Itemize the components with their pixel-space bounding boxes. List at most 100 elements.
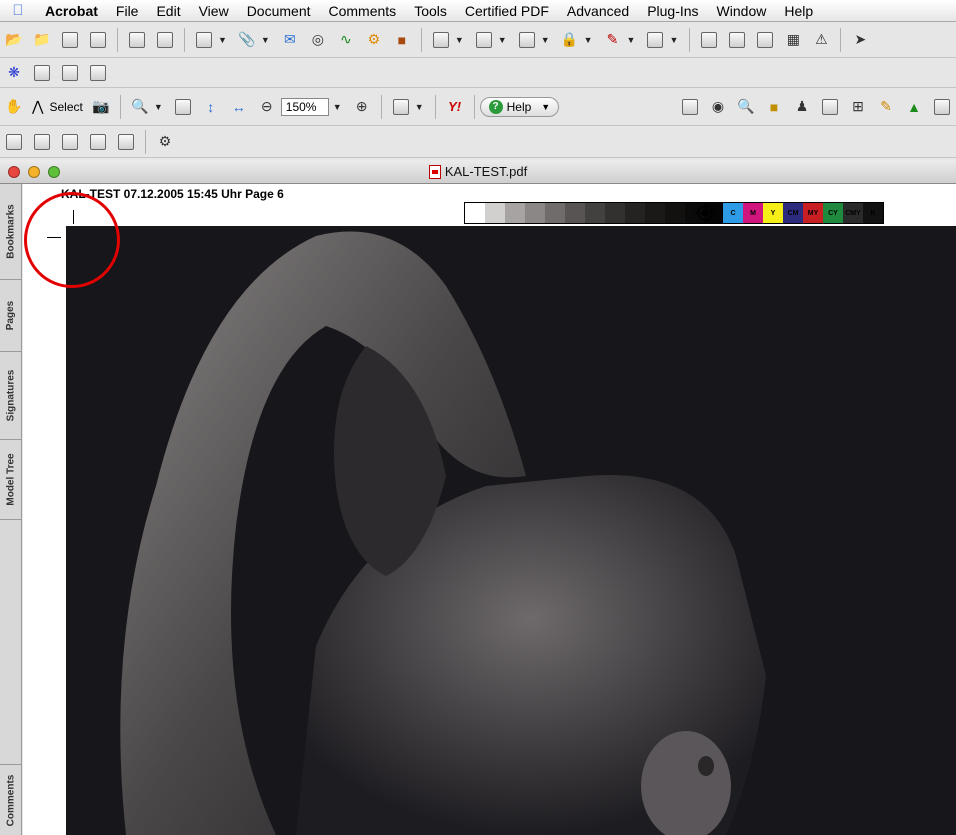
pdf-file-icon xyxy=(428,164,441,179)
menu-document[interactable]: Document xyxy=(238,3,320,19)
replace-page-icon[interactable] xyxy=(87,131,109,153)
chevron-down-icon[interactable]: ▼ xyxy=(218,35,227,45)
page-icon[interactable] xyxy=(726,29,748,51)
checker-icon[interactable]: ▦ xyxy=(782,29,804,51)
tab-pages[interactable]: Pages xyxy=(0,280,22,352)
select-tool[interactable]: ⋀ Select xyxy=(28,98,87,115)
scan-icon[interactable] xyxy=(126,29,148,51)
zoom-out-icon[interactable]: ⊖ xyxy=(256,96,278,118)
yahoo-search-button[interactable]: Y! xyxy=(444,96,466,118)
open-icon[interactable]: 📂 xyxy=(3,29,25,51)
organizer-icon[interactable]: 📁 xyxy=(31,29,53,51)
menu-certified-pdf[interactable]: Certified PDF xyxy=(456,3,558,19)
delete-page-icon[interactable] xyxy=(115,131,137,153)
preview-eye-icon[interactable]: ◉ xyxy=(707,96,729,118)
document-icon[interactable] xyxy=(698,29,720,51)
tab-bookmarks-label: Bookmarks xyxy=(5,204,17,259)
menu-file[interactable]: File xyxy=(107,3,148,19)
add-page-icon[interactable] xyxy=(3,131,25,153)
search-binoculars-icon[interactable]: ◎ xyxy=(307,29,329,51)
print-production-icon[interactable] xyxy=(679,96,701,118)
fit-page-icon[interactable]: ↕ xyxy=(200,96,222,118)
menu-tools[interactable]: Tools xyxy=(405,3,456,19)
email-icon[interactable]: ✉ xyxy=(279,29,301,51)
chevron-down-icon[interactable]: ▼ xyxy=(498,35,507,45)
snapshot-camera-icon[interactable]: 📷 xyxy=(90,96,112,118)
color-patch: K xyxy=(863,203,883,223)
pdf-optimizer-icon[interactable] xyxy=(931,96,953,118)
create-pdf-from-icon[interactable] xyxy=(430,29,452,51)
help-label: Help xyxy=(506,99,532,114)
resize-icon[interactable] xyxy=(754,29,776,51)
chevron-down-icon[interactable]: ▼ xyxy=(541,35,550,45)
touchup-icon[interactable]: ❋ xyxy=(3,62,25,84)
preflight-magnifier-icon[interactable]: 🔍 xyxy=(735,96,757,118)
menu-window[interactable]: Window xyxy=(708,3,776,19)
transparency-flattener-icon[interactable]: ▲ xyxy=(903,96,925,118)
page-settings-gear-icon[interactable]: ⚙ xyxy=(154,131,176,153)
chevron-down-icon[interactable]: ▼ xyxy=(261,35,270,45)
fit-width-icon[interactable]: ↔ xyxy=(228,96,250,118)
gray-patch xyxy=(605,203,625,223)
crop-icon[interactable] xyxy=(59,62,81,84)
menu-help[interactable]: Help xyxy=(775,3,822,19)
menu-edit[interactable]: Edit xyxy=(147,3,189,19)
chevron-down-icon[interactable]: ▼ xyxy=(455,35,464,45)
chevron-down-icon[interactable]: ▼ xyxy=(333,102,342,112)
gray-patch xyxy=(525,203,545,223)
link-tool-icon[interactable] xyxy=(87,62,109,84)
chevron-down-icon[interactable]: ▼ xyxy=(669,35,678,45)
zoom-in-magnifier-icon[interactable]: 🔍 xyxy=(129,96,151,118)
help-button[interactable]: ? Help ▼ xyxy=(479,96,560,117)
pen-icon[interactable]: ✎ xyxy=(602,29,624,51)
save-icon[interactable] xyxy=(59,29,81,51)
chevron-down-icon[interactable]: ▼ xyxy=(627,35,636,45)
document-page[interactable]: KAL-TEST 07.12.2005 15:45 Uhr Page 6 CMY… xyxy=(23,184,956,835)
settings-gear-icon[interactable]: ⚙ xyxy=(363,29,385,51)
document-window-titlebar[interactable]: KAL-TEST.pdf xyxy=(0,160,956,184)
review-icon[interactable] xyxy=(473,29,495,51)
ink-manager-icon[interactable]: ♟ xyxy=(791,96,813,118)
trap-icon[interactable] xyxy=(819,96,841,118)
menu-plug-ins[interactable]: Plug-Ins xyxy=(638,3,707,19)
lock-icon[interactable]: 🔒 xyxy=(559,29,581,51)
tab-model-tree[interactable]: Model Tree xyxy=(0,440,22,520)
tab-bookmarks[interactable]: Bookmarks xyxy=(0,184,22,280)
print-icon[interactable] xyxy=(87,29,109,51)
actual-size-icon[interactable] xyxy=(172,96,194,118)
create-pdf-icon[interactable] xyxy=(193,29,215,51)
sign-icon[interactable] xyxy=(516,29,538,51)
attach-icon[interactable]: 📎 xyxy=(236,29,258,51)
registration-mark-icon xyxy=(694,202,716,224)
tab-comments-label: Comments xyxy=(5,774,17,826)
upload-icon[interactable] xyxy=(154,29,176,51)
crop-pages-icon[interactable]: ⊞ xyxy=(847,96,869,118)
gray-patch xyxy=(585,203,605,223)
menu-app[interactable]: Acrobat xyxy=(36,3,107,19)
fix-hairlines-icon[interactable]: ✎ xyxy=(875,96,897,118)
object-icon[interactable] xyxy=(31,62,53,84)
pointer-icon[interactable]: ➤ xyxy=(849,29,871,51)
signature-icon[interactable]: ∿ xyxy=(335,29,357,51)
menu-advanced[interactable]: Advanced xyxy=(558,3,638,19)
page-toolbar: ⚙ xyxy=(0,126,956,158)
chevron-down-icon[interactable]: ▼ xyxy=(584,35,593,45)
menu-comments[interactable]: Comments xyxy=(320,3,406,19)
zoom-plus-icon[interactable]: ⊕ xyxy=(351,96,373,118)
package-icon[interactable]: ■ xyxy=(391,29,413,51)
warning-icon[interactable]: ⚠ xyxy=(810,29,832,51)
forms-icon[interactable] xyxy=(644,29,666,51)
navigation-pane-tabs: Bookmarks Pages Signatures Model Tree Co… xyxy=(0,184,22,835)
chevron-down-icon[interactable]: ▼ xyxy=(154,102,163,112)
extract-page-icon[interactable] xyxy=(59,131,81,153)
tab-comments[interactable]: Comments xyxy=(0,764,22,835)
apple-menu-icon[interactable]:  xyxy=(0,2,36,19)
tab-signatures[interactable]: Signatures xyxy=(0,352,22,440)
rotate-view-icon[interactable] xyxy=(390,96,412,118)
insert-page-icon[interactable] xyxy=(31,131,53,153)
color-convert-icon[interactable]: ■ xyxy=(763,96,785,118)
menu-view[interactable]: View xyxy=(190,3,238,19)
hand-tool-icon[interactable]: ✋ xyxy=(3,96,25,118)
zoom-level-field[interactable]: 150% xyxy=(280,97,329,116)
chevron-down-icon[interactable]: ▼ xyxy=(415,102,424,112)
